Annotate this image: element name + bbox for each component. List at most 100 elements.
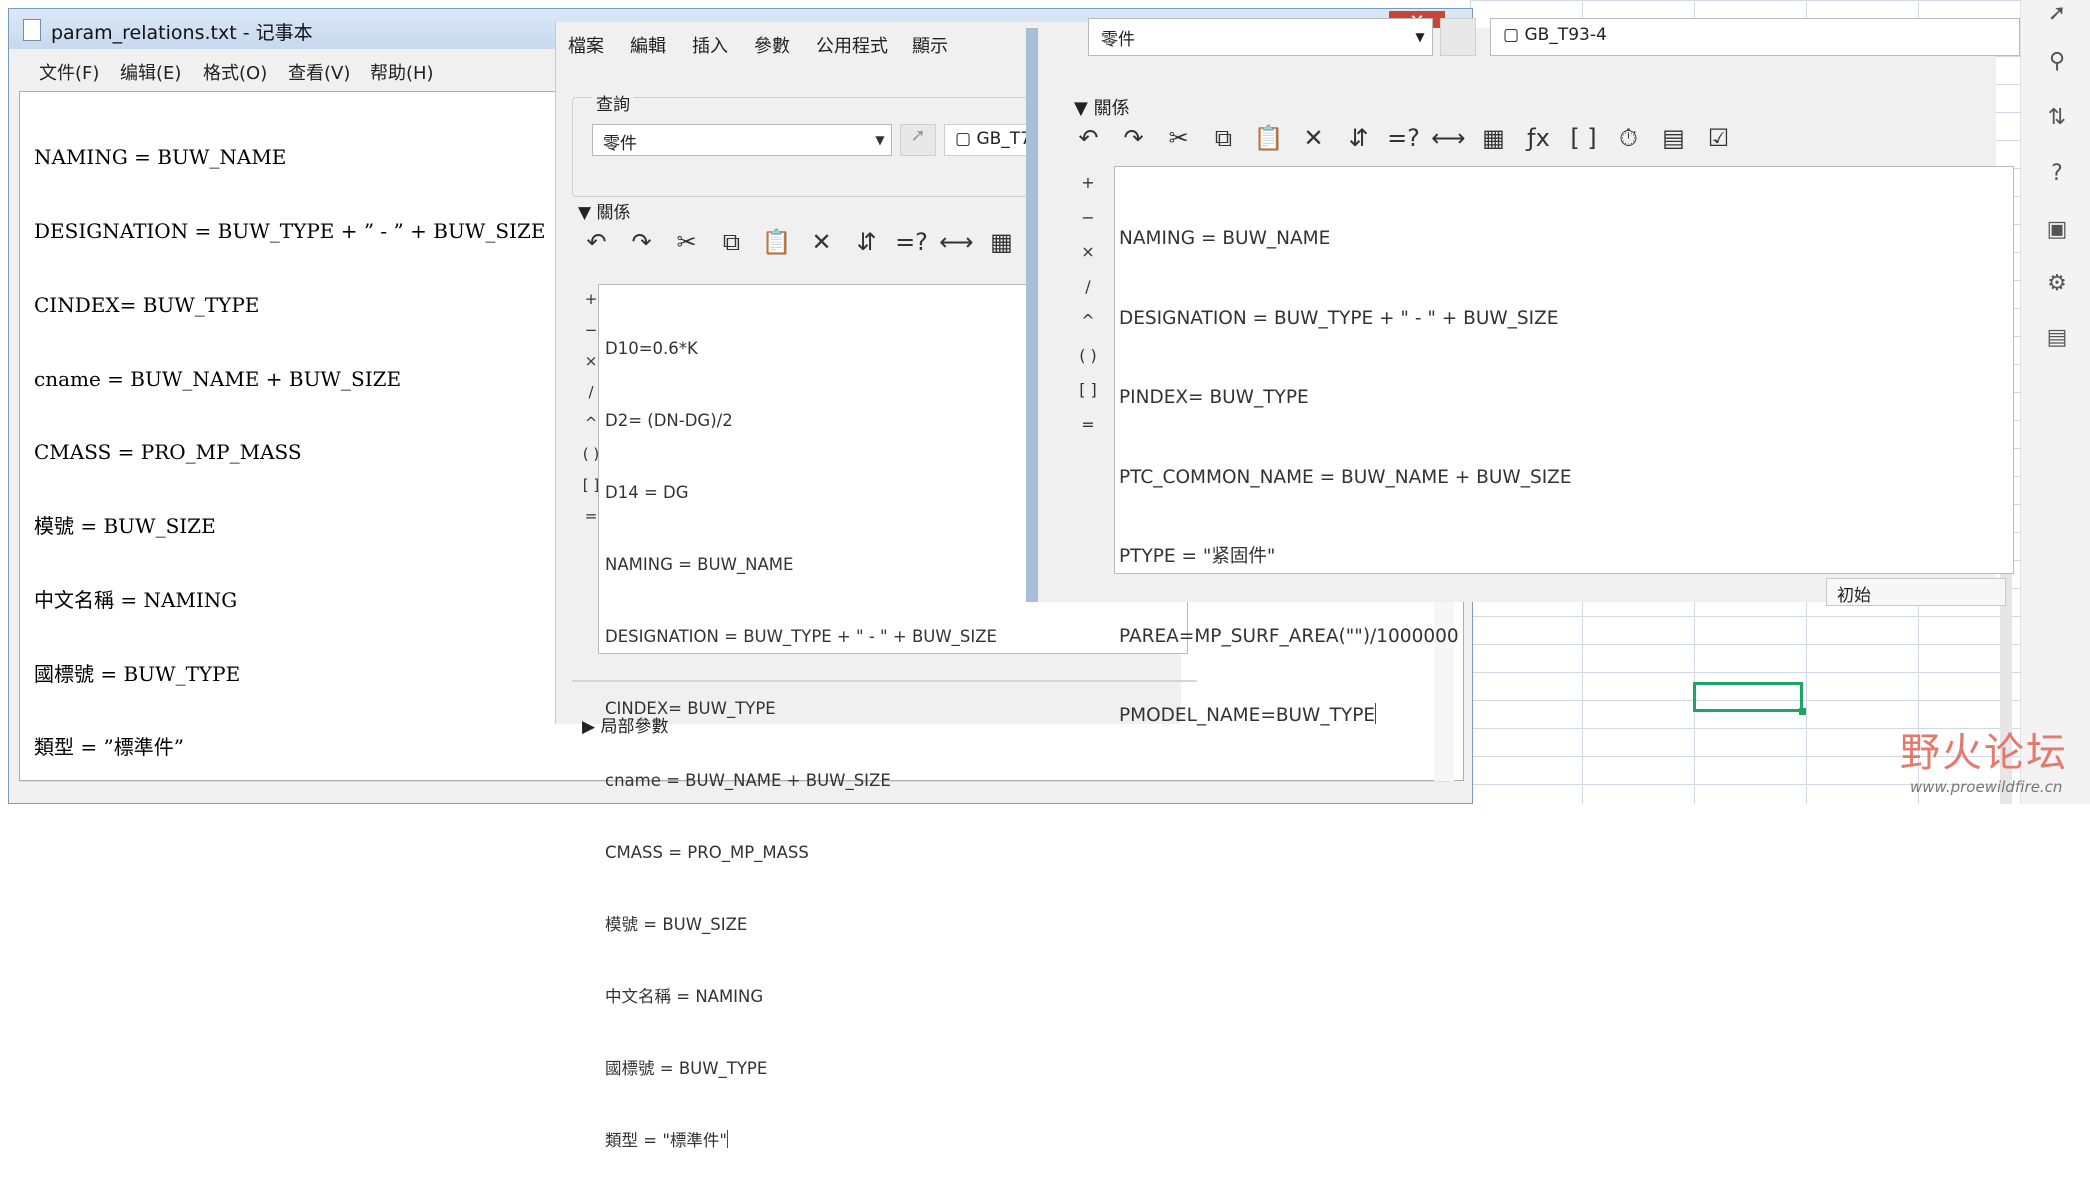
relations-dialog-right: 零件 ▼ ▢ GB_T93-4 ▼ 關係 ↶ ↷ ✂ ⧉ 📋 ✕ ⇵ =? ⟷ ▦ ƒx[ ] ⏱ ▤ ☑… bbox=[1026, 18, 2020, 726]
redo-icon[interactable]: ↷ bbox=[1111, 124, 1156, 152]
notepad-icon bbox=[23, 19, 41, 41]
text-caret bbox=[727, 1130, 728, 1149]
paste-icon[interactable]: 📋 bbox=[754, 228, 799, 256]
text-line: 中文名稱 = NAMING bbox=[34, 587, 238, 612]
sort-icon[interactable]: ⇅ bbox=[2043, 104, 2071, 132]
undo-icon[interactable]: ↶ bbox=[1066, 124, 1111, 152]
pick-arrow-icon[interactable] bbox=[1440, 18, 1476, 56]
filter-icon[interactable]: ⚲ bbox=[2043, 48, 2071, 76]
power-button[interactable]: ^ bbox=[1078, 304, 1098, 339]
relation-line: PAREA=MP_SURF_AREA("")/1000000 bbox=[1119, 625, 1459, 647]
verify-icon[interactable]: ▦ bbox=[1471, 124, 1516, 152]
relations-section-header[interactable]: ▼ 關係 bbox=[1074, 94, 1130, 120]
copy-icon[interactable]: ⧉ bbox=[1201, 124, 1246, 152]
menu-format[interactable]: 格式(O) bbox=[203, 59, 267, 85]
sort-icon[interactable]: ⇵ bbox=[1336, 124, 1381, 152]
menu-file[interactable]: 文件(F) bbox=[39, 59, 99, 85]
delete-icon[interactable]: ✕ bbox=[1291, 124, 1336, 152]
relations-title: 關係 bbox=[596, 203, 631, 223]
menu-display[interactable]: 顯示 bbox=[912, 32, 948, 58]
divide-button[interactable]: / bbox=[1078, 270, 1098, 305]
help-icon[interactable]: ? bbox=[2043, 160, 2071, 188]
text-line: 模號 = BUW_SIZE bbox=[34, 514, 216, 539]
model-name: GB_T93-4 bbox=[1524, 25, 1607, 45]
dimension-icon[interactable]: ⟷ bbox=[1426, 124, 1471, 152]
relation-line: 國標號 = BUW_TYPE bbox=[605, 1059, 768, 1078]
parentheses-button[interactable]: ( ) bbox=[1078, 339, 1098, 374]
status-select[interactable]: 初始 bbox=[1826, 578, 2006, 606]
relation-line-text: 類型 = "標準件" bbox=[605, 1131, 727, 1150]
relation-line: cname = BUW_NAME + BUW_SIZE bbox=[605, 771, 891, 790]
dimension-icon[interactable]: ⟷ bbox=[934, 228, 979, 256]
verify-icon[interactable]: ▦ bbox=[979, 228, 1024, 256]
relation-line: DESIGNATION = BUW_TYPE + " - " + BUW_SIZ… bbox=[1119, 307, 1559, 329]
text-line: DESIGNATION = BUW_TYPE + ” - ” + BUW_SIZ… bbox=[34, 218, 546, 243]
copy-icon[interactable]: ⧉ bbox=[709, 228, 754, 256]
text-line: 類型 = ”標準件” bbox=[34, 735, 184, 760]
evaluate-icon[interactable]: =? bbox=[1381, 124, 1426, 152]
function-icon[interactable]: ƒx bbox=[1516, 124, 1561, 152]
menu-help[interactable]: 帮助(H) bbox=[370, 59, 434, 85]
relations-title: 關係 bbox=[1093, 98, 1130, 119]
minus-button[interactable]: − bbox=[1078, 201, 1098, 236]
redo-icon[interactable]: ↷ bbox=[619, 228, 664, 256]
chevron-down-icon[interactable]: ▼ bbox=[1408, 18, 1432, 56]
relation-line: D14 = DG bbox=[605, 483, 689, 502]
sort-icon[interactable]: ⇵ bbox=[844, 228, 889, 256]
relation-line: PTYPE = "紧固件" bbox=[1119, 546, 1276, 567]
local-params-label: 局部參數 bbox=[600, 717, 669, 737]
brackets-button[interactable]: [ ] bbox=[1078, 373, 1098, 408]
notepad-title: param_relations.txt - 记事本 bbox=[51, 22, 313, 44]
settings-icon[interactable]: ⚙ bbox=[2043, 270, 2071, 298]
menu-edit[interactable]: 編輯 bbox=[630, 32, 666, 58]
relation-line: NAMING = BUW_NAME bbox=[605, 555, 794, 574]
text-line: CMASS = PRO_MP_MASS bbox=[34, 440, 302, 465]
filter-select[interactable]: 零件 bbox=[1088, 18, 1433, 56]
relation-line: PINDEX= BUW_TYPE bbox=[1119, 387, 1309, 408]
text-line: NAMING = BUW_NAME bbox=[34, 145, 287, 170]
menu-insert[interactable]: 插入 bbox=[692, 32, 728, 58]
undo-icon[interactable]: ↶ bbox=[574, 228, 619, 256]
menu-parameters[interactable]: 參數 bbox=[754, 32, 790, 58]
cursor-icon[interactable]: ➚ bbox=[2043, 0, 2071, 28]
watermark-url: www.proewildfire.cn bbox=[1910, 778, 2063, 796]
plus-button[interactable]: + bbox=[1078, 166, 1098, 201]
notepad-text: NAMING = BUW_NAME DESIGNATION = BUW_TYPE… bbox=[34, 96, 545, 809]
relation-line: DESIGNATION = BUW_TYPE + " - " + BUW_SIZ… bbox=[605, 627, 997, 646]
watermark-brand: 野火论坛 bbox=[1900, 730, 2068, 776]
text-line: cname = BUW_NAME + BUW_SIZE bbox=[34, 366, 402, 391]
chevron-down-icon[interactable]: ▼ bbox=[868, 124, 892, 156]
brackets-icon[interactable]: [ ] bbox=[1561, 124, 1606, 152]
selected-cell[interactable] bbox=[1693, 682, 1806, 715]
menu-file[interactable]: 檔案 bbox=[568, 32, 604, 58]
delete-icon[interactable]: ✕ bbox=[799, 228, 844, 256]
display-icon[interactable]: ▤ bbox=[1651, 124, 1696, 152]
relations-text: NAMING = BUW_NAME DESIGNATION = BUW_TYPE… bbox=[1119, 173, 1572, 783]
relation-line: 模號 = BUW_SIZE bbox=[605, 915, 748, 934]
relations-toolbar: ↶ ↷ ✂ ⧉ 📋 ✕ ⇵ =? ⟷ ▦ bbox=[574, 228, 1024, 256]
pick-arrow-icon[interactable]: ➚ bbox=[900, 124, 936, 156]
cut-icon[interactable]: ✂ bbox=[1156, 124, 1201, 152]
model-field[interactable]: ▢ GB_T93-4 bbox=[1490, 18, 2020, 56]
evaluate-icon[interactable]: =? bbox=[889, 228, 934, 256]
timer-icon[interactable]: ⏱ bbox=[1606, 124, 1651, 152]
menu-view[interactable]: 查看(V) bbox=[288, 59, 350, 85]
relations-editor[interactable]: NAMING = BUW_NAME DESIGNATION = BUW_TYPE… bbox=[1114, 166, 2014, 726]
cut-icon[interactable]: ✂ bbox=[664, 228, 709, 256]
operator-column: + − × / ^ ( ) [ ] = bbox=[1078, 166, 1098, 442]
local-params-header[interactable]: ▶ 局部參數 bbox=[582, 712, 668, 737]
model-name: GB_T7 bbox=[976, 129, 1032, 149]
book-icon[interactable]: ▤ bbox=[2043, 324, 2071, 352]
multiply-button[interactable]: × bbox=[1078, 235, 1098, 270]
paste-icon[interactable]: 📋 bbox=[1246, 124, 1291, 152]
relations-toolbar: ↶ ↷ ✂ ⧉ 📋 ✕ ⇵ =? ⟷ ▦ ƒx[ ] ⏱ ▤ ☑ bbox=[1066, 124, 1741, 152]
menu-utilities[interactable]: 公用程式 bbox=[816, 32, 888, 58]
menu-edit[interactable]: 编辑(E) bbox=[120, 59, 181, 85]
section-divider bbox=[572, 680, 1197, 682]
relations-section-header[interactable]: ▼ 關係 bbox=[578, 198, 630, 223]
image-icon[interactable]: ▣ bbox=[2043, 216, 2071, 244]
watermark-logo: 野火论坛 bbox=[1900, 720, 2068, 778]
checklist-icon[interactable]: ☑ bbox=[1696, 124, 1741, 152]
equals-button[interactable]: = bbox=[1078, 408, 1098, 443]
filter-select[interactable]: 零件 bbox=[592, 124, 892, 156]
